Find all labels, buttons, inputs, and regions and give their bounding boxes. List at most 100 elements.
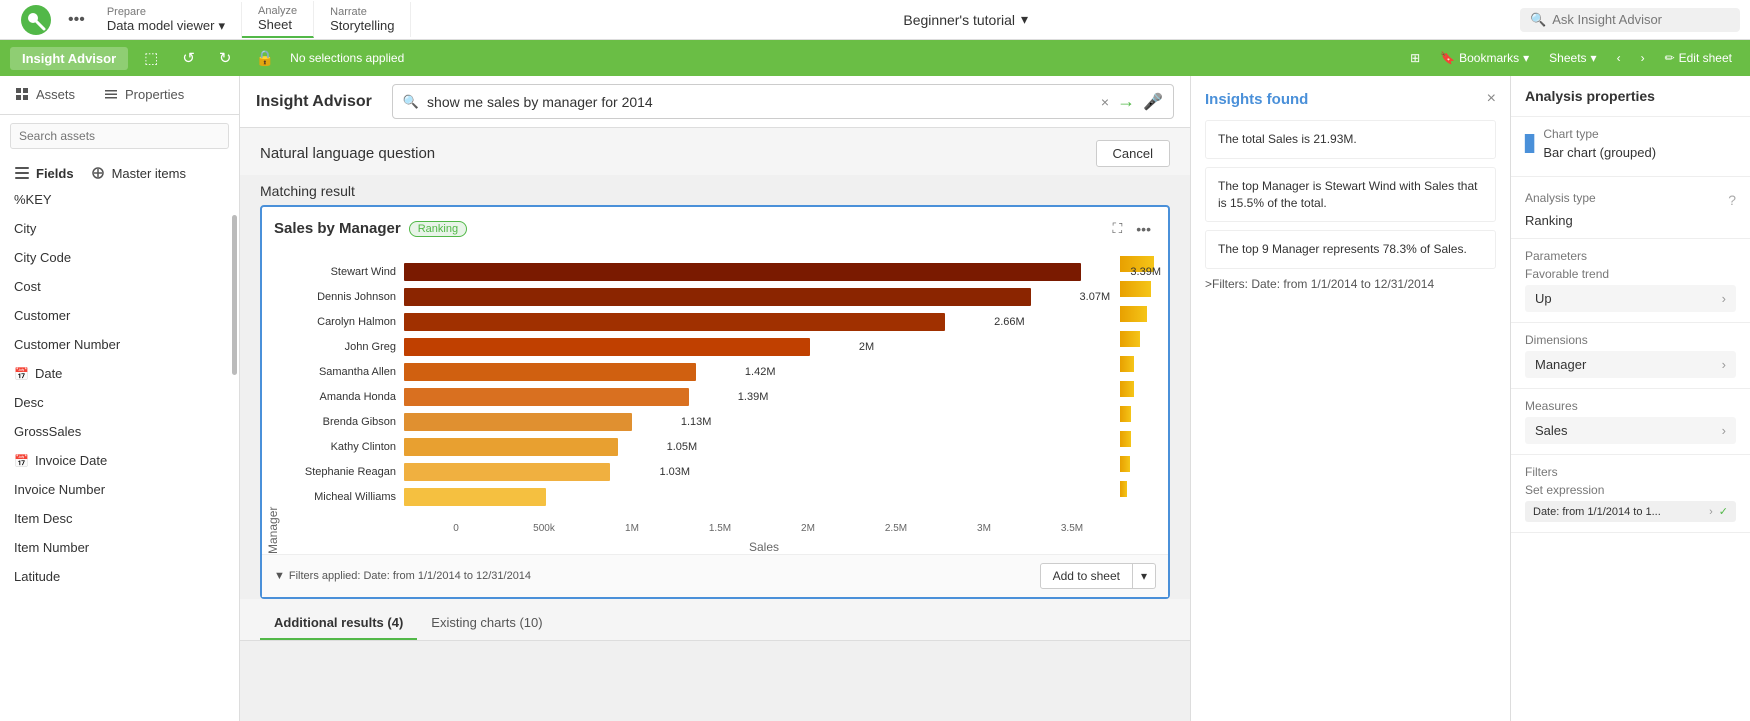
- field-item-invoice-date[interactable]: 📅 Invoice Date: [0, 446, 239, 475]
- tab-additional-results[interactable]: Additional results (4): [260, 607, 417, 640]
- field-item-item-number[interactable]: Item Number: [0, 533, 239, 562]
- ask-insight-search[interactable]: 🔍 Ask Insight Advisor: [1520, 8, 1740, 32]
- scroll-indicator: [232, 215, 237, 375]
- insight-item-3: The top 9 Manager represents 78.3% of Sa…: [1205, 230, 1496, 269]
- add-to-sheet-group: Add to sheet ▾: [1040, 563, 1156, 589]
- edit-sheet-button[interactable]: ✏ Edit sheet: [1657, 47, 1740, 69]
- nav-section-analyze[interactable]: Analyze Sheet: [242, 1, 314, 38]
- field-item-latitude[interactable]: Latitude: [0, 562, 239, 591]
- ranking-badge: Ranking: [409, 221, 467, 237]
- right-panel: Analysis properties ▊ Chart type Bar cha…: [1510, 76, 1750, 721]
- add-to-sheet-button[interactable]: Add to sheet: [1040, 563, 1133, 589]
- bookmarks-button[interactable]: 🔖 Bookmarks ▾: [1432, 47, 1537, 69]
- search-icon: 🔍: [403, 94, 419, 110]
- field-item-gross-sales[interactable]: GrossSales: [0, 417, 239, 446]
- bar-fill: [404, 463, 610, 481]
- field-item-desc[interactable]: Desc: [0, 388, 239, 417]
- search-assets-input[interactable]: [10, 123, 229, 149]
- tab-assets[interactable]: Assets: [0, 76, 89, 114]
- ia-submit-button[interactable]: →: [1117, 91, 1135, 112]
- bar-label: Amanda Honda: [284, 391, 404, 403]
- insight-item-2: The top Manager is Stewart Wind with Sal…: [1205, 167, 1496, 223]
- bar-track: 1.42M: [404, 361, 1116, 383]
- nav-section-narrate-title: Storytelling: [330, 18, 394, 33]
- more-options-button[interactable]: •••: [62, 7, 91, 33]
- filter-chip-text: Date: from 1/1/2014 to 1...: [1533, 506, 1703, 518]
- tab-existing-charts[interactable]: Existing charts (10): [417, 607, 556, 640]
- field-name: Latitude: [14, 569, 60, 584]
- ia-clear-button[interactable]: ×: [1101, 94, 1109, 110]
- nl-question-header: Natural language question Cancel: [240, 128, 1190, 175]
- field-item-key[interactable]: %KEY: [0, 185, 239, 214]
- master-items-nav[interactable]: Master items: [90, 165, 186, 181]
- chart-type-value: Bar chart (grouped): [1543, 145, 1656, 160]
- filter-chip[interactable]: Date: from 1/1/2014 to 1... › ✓: [1525, 501, 1736, 522]
- bar-value: 3.07M: [1080, 291, 1111, 303]
- bar-value: 1.39M: [738, 391, 769, 403]
- field-item-date[interactable]: 📅 Date: [0, 359, 239, 388]
- filter-bar: ▼ Filters applied: Date: from 1/1/2014 t…: [262, 554, 1168, 597]
- bar-row: Kathy Clinton1.05M: [284, 436, 1116, 458]
- redo-button[interactable]: ↻: [211, 45, 240, 71]
- nl-question-title: Natural language question: [260, 145, 435, 162]
- add-to-sheet-dropdown-button[interactable]: ▾: [1133, 563, 1156, 589]
- fields-section: Fields Master items: [0, 157, 239, 185]
- mini-bar: [1120, 281, 1151, 297]
- grid-view-button[interactable]: ⊞: [1402, 47, 1428, 69]
- app-title[interactable]: Beginner's tutorial ▾: [903, 11, 1028, 28]
- next-sheet-button[interactable]: ›: [1633, 47, 1653, 69]
- bar-value: 1.03M: [659, 466, 690, 478]
- analysis-type-label: Analysis type: [1525, 191, 1596, 205]
- calendar-icon: 📅: [14, 454, 29, 468]
- ia-search-bar[interactable]: 🔍 × → 🎤: [392, 84, 1174, 119]
- trend-value-item[interactable]: Up ›: [1525, 285, 1736, 312]
- field-name: GrossSales: [14, 424, 81, 439]
- expand-chart-button[interactable]: ⛶: [1107, 217, 1127, 240]
- insights-close-button[interactable]: ×: [1487, 90, 1496, 108]
- bar-value: 2.66M: [994, 316, 1025, 328]
- field-name: Date: [35, 366, 62, 381]
- cancel-button[interactable]: Cancel: [1096, 140, 1170, 167]
- check-icon: ✓: [1719, 505, 1728, 518]
- field-item-city[interactable]: City: [0, 214, 239, 243]
- nav-section-narrate-label: Narrate: [330, 6, 394, 18]
- nav-section-narrate[interactable]: Narrate Storytelling: [314, 2, 411, 37]
- measures-label: Measures: [1525, 399, 1736, 413]
- bar-row: Samantha Allen1.42M: [284, 361, 1116, 383]
- dimensions-value-item[interactable]: Manager ›: [1525, 351, 1736, 378]
- field-item-item-desc[interactable]: Item Desc: [0, 504, 239, 533]
- help-icon[interactable]: ?: [1728, 192, 1736, 208]
- lasso-tool-button[interactable]: ⬚: [136, 45, 166, 71]
- ia-search-input[interactable]: [427, 94, 1093, 110]
- nav-section-prepare-title: Data model viewer ▾: [107, 18, 225, 34]
- field-item-customer[interactable]: Customer: [0, 301, 239, 330]
- bar-fill: [404, 338, 810, 356]
- bar-fill: [404, 438, 618, 456]
- measures-value-item[interactable]: Sales ›: [1525, 417, 1736, 444]
- chart-area: Manager Stewart Wind3.39MDennis Johnson3…: [262, 250, 1168, 554]
- mini-bar: [1120, 381, 1134, 397]
- chart-menu-button[interactable]: •••: [1131, 217, 1156, 240]
- ia-header: Insight Advisor 🔍 × → 🎤: [240, 76, 1190, 128]
- undo-button[interactable]: ↺: [174, 45, 203, 71]
- x-axis: 0500k1M1.5M2M2.5M3M3.5M: [412, 519, 1116, 540]
- bar-row: Stewart Wind3.39M: [284, 261, 1116, 283]
- ia-mic-button[interactable]: 🎤: [1143, 92, 1163, 112]
- lock-button[interactable]: 🔒: [247, 45, 282, 71]
- bar-label: Dennis Johnson: [284, 291, 404, 303]
- field-item-city-code[interactable]: City Code: [0, 243, 239, 272]
- chevron-right-icon: ›: [1722, 423, 1726, 438]
- insight-advisor-nav-button[interactable]: Insight Advisor: [10, 47, 128, 70]
- prev-sheet-button[interactable]: ‹: [1609, 47, 1629, 69]
- bar-value: 1.05M: [667, 441, 698, 453]
- field-item-customer-number[interactable]: Customer Number: [0, 330, 239, 359]
- bar-track: 1.03M: [404, 461, 1116, 483]
- field-item-cost[interactable]: Cost: [0, 272, 239, 301]
- chevron-right-icon: ›: [1722, 357, 1726, 372]
- fields-nav[interactable]: Fields: [14, 165, 74, 181]
- field-item-invoice-number[interactable]: Invoice Number: [0, 475, 239, 504]
- nav-section-prepare[interactable]: Prepare Data model viewer ▾: [91, 2, 242, 38]
- left-panel: Assets Properties Fields Master items: [0, 76, 240, 721]
- tab-properties[interactable]: Properties: [89, 76, 198, 114]
- sheets-button[interactable]: Sheets ▾: [1541, 47, 1604, 69]
